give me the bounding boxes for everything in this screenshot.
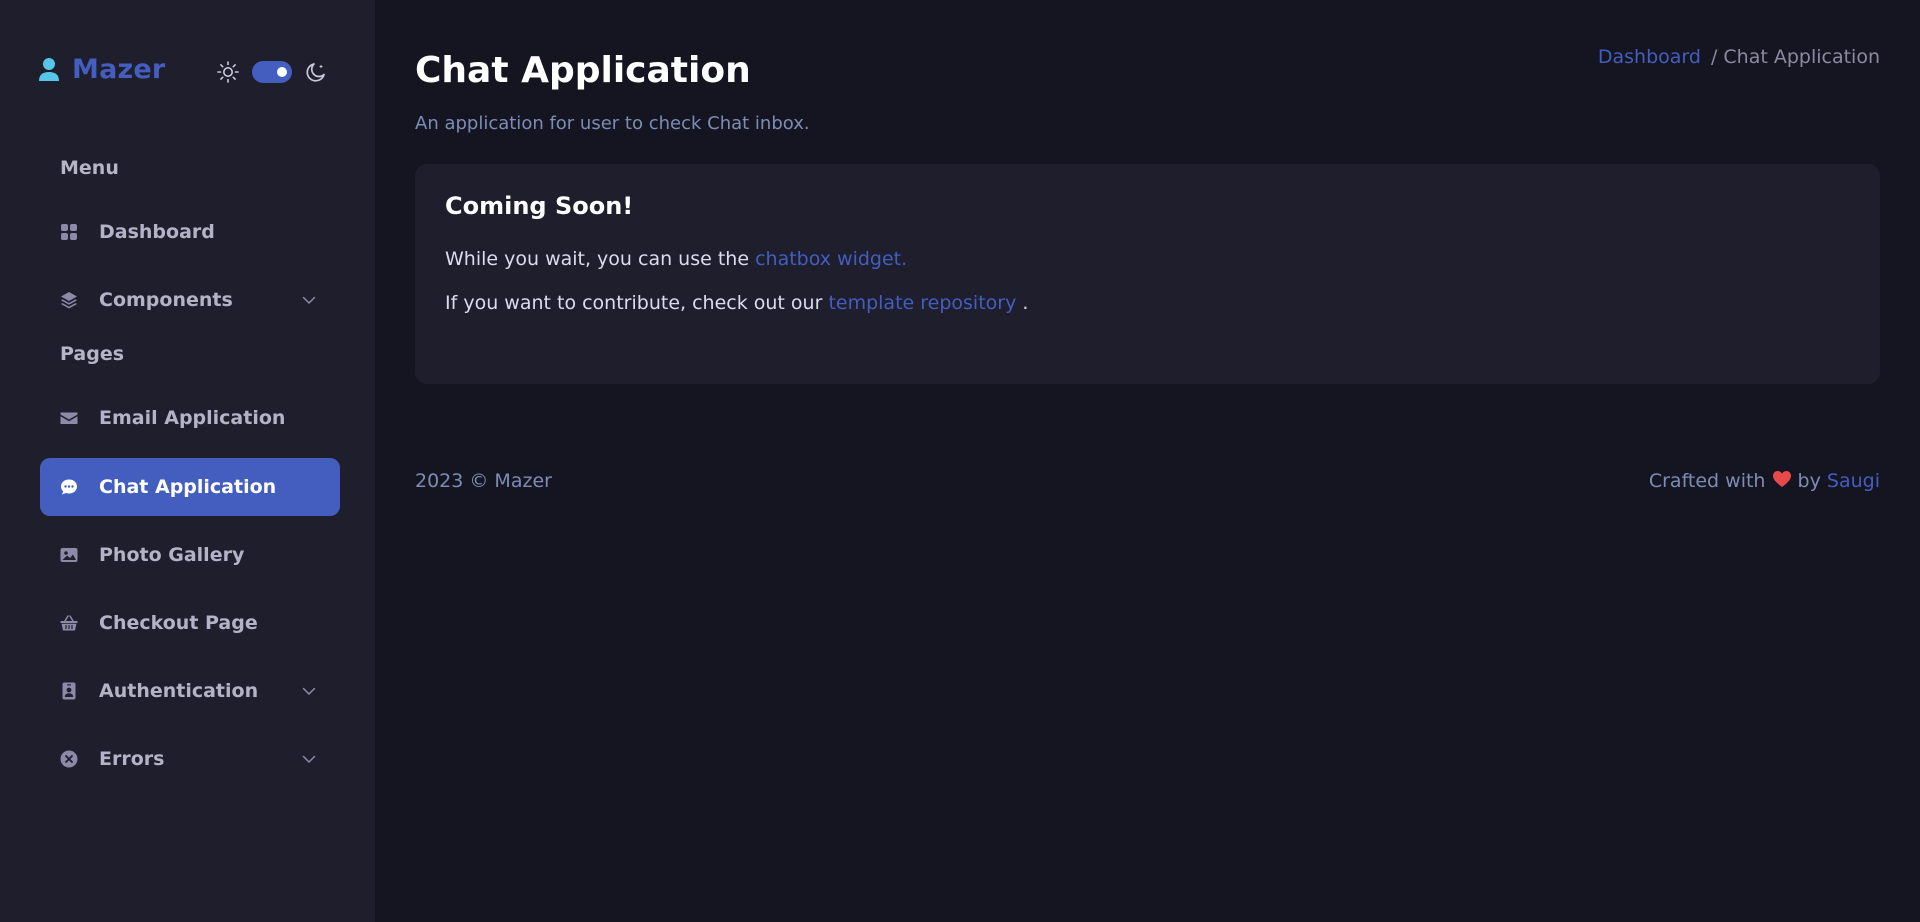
chevron-down-icon <box>302 296 316 304</box>
theme-toggle <box>216 60 328 84</box>
sidebar-item-label: Photo Gallery <box>99 544 245 566</box>
sidebar-section-pages: Pages <box>60 343 125 365</box>
basket-icon <box>60 615 78 631</box>
card-line-contribute: If you want to contribute, check out our… <box>445 292 1850 314</box>
x-circle-icon <box>60 750 78 768</box>
card-line-suffix: . <box>1016 292 1029 314</box>
footer-copyright: 2023 © Mazer <box>415 470 552 492</box>
heart-icon <box>1772 471 1791 487</box>
person-badge-icon <box>62 682 76 700</box>
chat-dots-icon <box>61 479 77 495</box>
card-line-chatbox: While you wait, you can use the chatbox … <box>445 248 1850 270</box>
brand[interactable]: Mazer <box>38 54 165 85</box>
sidebar-section-menu: Menu <box>60 157 119 179</box>
sidebar-item-label: Email Application <box>99 407 286 429</box>
breadcrumb-dashboard-link[interactable]: Dashboard <box>1598 46 1701 68</box>
sidebar-item-dashboard[interactable]: Dashboard <box>40 203 340 261</box>
card-line-text: If you want to contribute, check out our <box>445 292 829 314</box>
footer-credits: Crafted with by Saugi <box>1649 470 1880 492</box>
card-title: Coming Soon! <box>445 192 634 220</box>
breadcrumb-current: / Chat Application <box>1710 46 1880 68</box>
sidebar-item-label: Errors <box>99 748 165 770</box>
card-line-text: While you wait, you can use the <box>445 248 756 270</box>
breadcrumb: Dashboard / Chat Application <box>1598 46 1880 68</box>
grid-icon <box>61 224 77 240</box>
dark-mode-switch[interactable] <box>252 61 292 83</box>
moon-icon <box>306 63 325 82</box>
image-icon <box>60 548 78 562</box>
stack-icon <box>61 292 77 309</box>
sidebar-item-chat-application[interactable]: Chat Application <box>40 458 340 516</box>
sidebar-item-authentication[interactable]: Authentication <box>40 662 340 720</box>
sidebar-item-components[interactable]: Components <box>40 271 340 329</box>
user-icon <box>39 57 59 81</box>
coming-soon-card: Coming Soon! While you wait, you can use… <box>415 164 1880 384</box>
sidebar-item-label: Authentication <box>99 680 259 702</box>
sidebar-item-label: Checkout Page <box>99 612 258 634</box>
sun-icon <box>217 61 239 83</box>
sidebar-item-checkout-page[interactable]: Checkout Page <box>40 594 340 652</box>
chevron-down-icon <box>302 755 316 763</box>
page-subtitle: An application for user to check Chat in… <box>415 113 810 134</box>
sidebar: Mazer Menu Dashboard Components Pages Em… <box>0 0 375 922</box>
sidebar-item-label: Dashboard <box>99 221 215 243</box>
crafted-with-text: Crafted with <box>1648 470 1772 492</box>
sidebar-item-errors[interactable]: Errors <box>40 730 340 788</box>
sidebar-item-label: Chat Application <box>99 476 277 498</box>
chatbox-widget-link[interactable]: chatbox widget. <box>755 248 907 270</box>
sidebar-item-label: Components <box>99 289 233 311</box>
envelope-icon <box>60 412 78 424</box>
page-title: Chat Application <box>415 50 751 91</box>
main-content: Chat Application An application for user… <box>375 0 1920 922</box>
brand-name: Mazer <box>72 54 166 85</box>
chevron-down-icon <box>302 687 316 695</box>
footer: 2023 © Mazer Crafted with by Saugi <box>415 470 1880 492</box>
by-text: by <box>1791 470 1827 492</box>
template-repository-link[interactable]: template repository <box>828 292 1016 314</box>
author-link[interactable]: Saugi <box>1827 470 1880 492</box>
sidebar-item-photo-gallery[interactable]: Photo Gallery <box>40 526 340 584</box>
sidebar-item-email-application[interactable]: Email Application <box>40 389 340 447</box>
